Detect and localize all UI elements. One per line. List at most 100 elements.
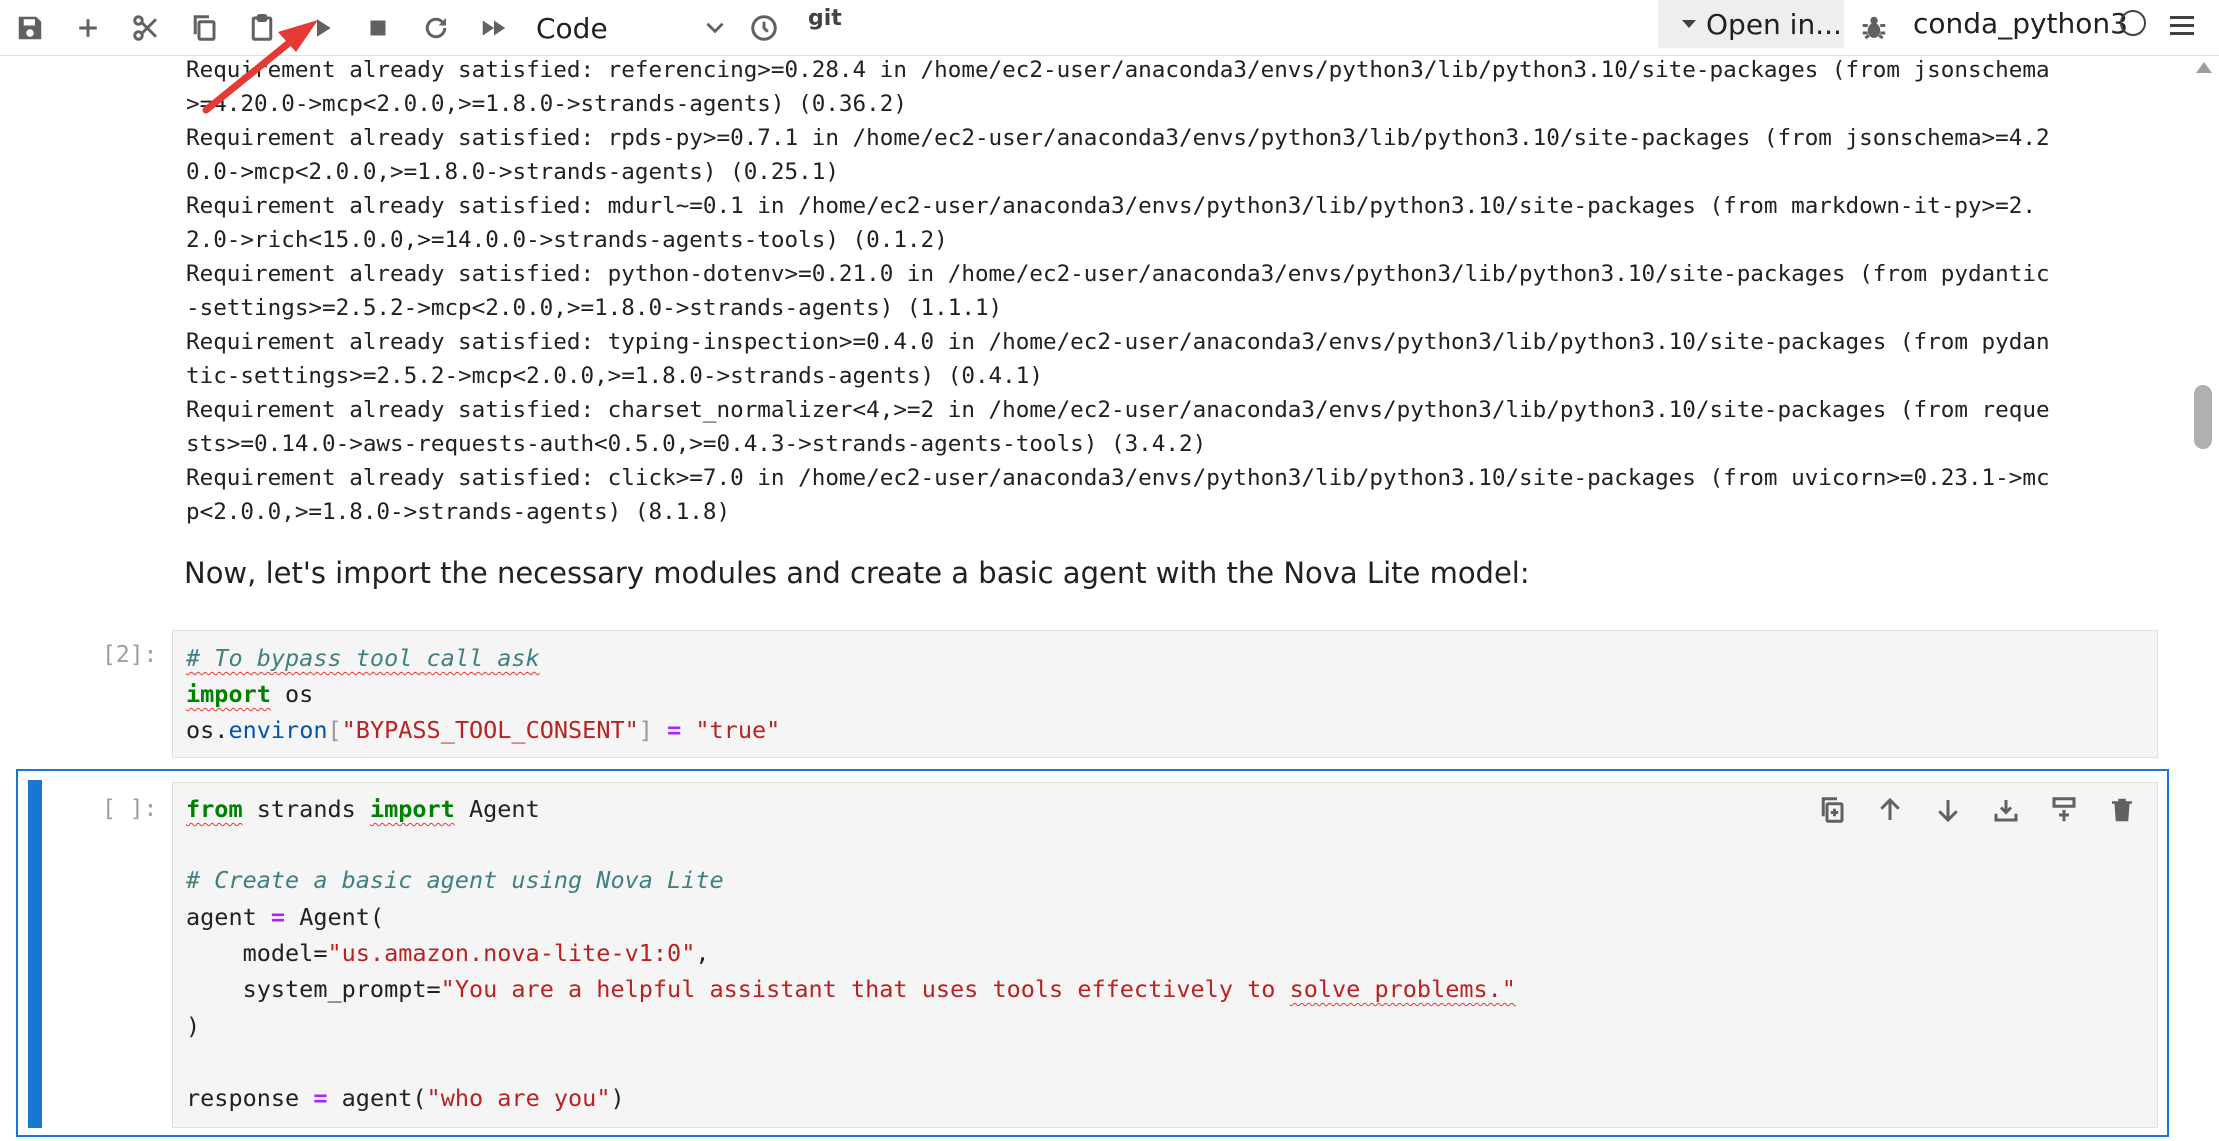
code-text: ,	[695, 939, 710, 967]
code-line: from strands import Agent	[186, 791, 540, 827]
code-text: )	[186, 1012, 201, 1040]
code-attribute: environ	[228, 716, 328, 744]
code-comment: # Create a basic agent using Nova Lite	[186, 866, 724, 894]
code-keyword: import	[369, 795, 455, 823]
code-text: model=	[186, 939, 328, 967]
code-text: agent(	[327, 1084, 427, 1112]
code-text: Agent(	[285, 903, 385, 931]
cell-2-prompt: [2]:	[102, 642, 158, 668]
restart-kernel-button[interactable]	[414, 6, 458, 50]
output-line: Requirement already satisfied: rpds-py>=…	[186, 125, 2050, 151]
code-line: model="us.amazon.nova-lite-v1:0",	[186, 935, 710, 971]
fast-forward-icon	[482, 20, 506, 36]
arrow-up-icon	[1880, 797, 1900, 820]
move-cell-down-button[interactable]	[1928, 790, 1968, 830]
bug-icon	[1862, 16, 1886, 40]
code-text: response	[186, 1084, 314, 1112]
debugger-button[interactable]	[1852, 6, 1896, 50]
code-text: os	[270, 680, 314, 708]
output-line: Requirement already satisfied: charset_n…	[186, 397, 2050, 423]
output-line: Requirement already satisfied: mdurl~=0.…	[186, 193, 2036, 219]
code-keyword: import	[186, 680, 271, 708]
menu-icon	[2170, 16, 2194, 19]
save-button[interactable]	[8, 6, 52, 50]
copy-icon	[193, 15, 216, 41]
kernel-status-idle-icon	[2120, 10, 2146, 36]
cut-button[interactable]	[124, 6, 168, 50]
run-icon	[317, 19, 331, 37]
code-line: # Create a basic agent using Nova Lite	[186, 862, 724, 898]
code-line: # To bypass tool call ask	[186, 640, 540, 676]
code-text: strands	[242, 795, 370, 823]
menu-button[interactable]	[2164, 6, 2204, 46]
insert-cell-below-button[interactable]	[2044, 790, 2084, 830]
stop-icon	[370, 20, 386, 36]
cut-icon	[133, 15, 158, 41]
output-line: p<2.0.0,>=1.8.0->strands-agents) (8.1.8)	[186, 499, 731, 525]
code-string: "You are a helpful assistant that uses t…	[440, 975, 1290, 1003]
interrupt-kernel-button[interactable]	[356, 6, 400, 50]
code-bracket: ]	[638, 716, 653, 744]
paste-icon	[251, 14, 273, 41]
output-line: Requirement already satisfied: python-do…	[186, 261, 2050, 287]
trash-icon	[2112, 798, 2132, 822]
execution-time-button[interactable]	[742, 6, 786, 50]
cell-3-prompt: [ ]:	[102, 796, 158, 822]
code-string: "true"	[695, 716, 781, 744]
active-cell-indicator[interactable]	[28, 780, 42, 1128]
code-line: response = agent("who are you")	[186, 1080, 625, 1116]
output-line: Requirement already satisfied: referenci…	[186, 57, 2050, 83]
code-text: Agent	[454, 795, 540, 823]
code-line: )	[186, 1008, 200, 1044]
code-operator: =	[652, 716, 696, 744]
open-in-label: Open in...	[1706, 7, 1842, 41]
code-keyword: from	[186, 795, 243, 823]
cell-type-value: Code	[536, 11, 608, 45]
notebook-toolbar: Code git Open in... conda_python3	[0, 0, 2219, 56]
output-line: -settings>=2.5.2->mcp<2.0.0,>=1.8.0->str…	[186, 295, 1003, 321]
code-string: solve problems."	[1289, 975, 1516, 1003]
restart-run-all-button[interactable]	[472, 6, 516, 50]
open-in-dropdown[interactable]: Open in...	[1658, 0, 1844, 48]
add-icon	[79, 19, 97, 37]
insert-below-icon	[2052, 797, 2076, 822]
code-string: "us.amazon.nova-lite-v1:0"	[327, 939, 696, 967]
code-text: agent	[186, 903, 271, 931]
save-icon	[18, 16, 42, 40]
output-line: Requirement already satisfied: click>=7.…	[186, 465, 2050, 491]
code-text: system_prompt=	[186, 975, 441, 1003]
code-line: system_prompt="You are a helpful assista…	[186, 971, 1516, 1007]
paste-button[interactable]	[240, 6, 284, 50]
code-text: os.	[186, 716, 229, 744]
output-line: Requirement already satisfied: typing-in…	[186, 329, 2050, 355]
code-bracket: [	[327, 716, 342, 744]
code-line: import os	[186, 676, 313, 712]
insert-cell-above-button[interactable]	[1986, 790, 2026, 830]
duplicate-cell-button[interactable]	[1812, 790, 1852, 830]
code-operator: =	[313, 1084, 328, 1112]
restart-icon	[425, 17, 447, 39]
output-line: 0.0->mcp<2.0.0,>=1.8.0->strands-agents) …	[186, 159, 839, 185]
output-line: sts>=0.14.0->aws-requests-auth<0.5.0,>=0…	[186, 431, 1207, 457]
delete-cell-button[interactable]	[2102, 790, 2142, 830]
scrollbar-thumb[interactable]	[2194, 385, 2212, 449]
arrow-down-icon	[1938, 800, 1958, 823]
move-cell-up-button[interactable]	[1870, 790, 1910, 830]
code-comment: # To bypass tool call ask	[186, 644, 540, 672]
notebook-scrollbar[interactable]	[2192, 58, 2212, 1138]
caret-down-icon	[1682, 20, 1696, 28]
code-operator: =	[270, 903, 286, 931]
scroll-up-icon[interactable]	[2196, 62, 2212, 73]
clock-icon	[751, 15, 777, 41]
cell-type-dropdown[interactable]: Code	[536, 6, 732, 50]
code-text: )	[610, 1084, 625, 1112]
duplicate-icon	[1821, 797, 1844, 823]
output-line: >=4.20.0->mcp<2.0.0,>=1.8.0->strands-age…	[186, 91, 907, 117]
cell-toolbar	[1812, 790, 2152, 830]
run-cell-button[interactable]	[300, 6, 344, 50]
copy-button[interactable]	[182, 6, 226, 50]
git-button[interactable]: git	[808, 6, 842, 31]
markdown-cell-text[interactable]: Now, let's import the necessary modules …	[184, 556, 1530, 590]
kernel-name[interactable]: conda_python3	[1913, 6, 2128, 42]
add-cell-button[interactable]	[66, 6, 110, 50]
